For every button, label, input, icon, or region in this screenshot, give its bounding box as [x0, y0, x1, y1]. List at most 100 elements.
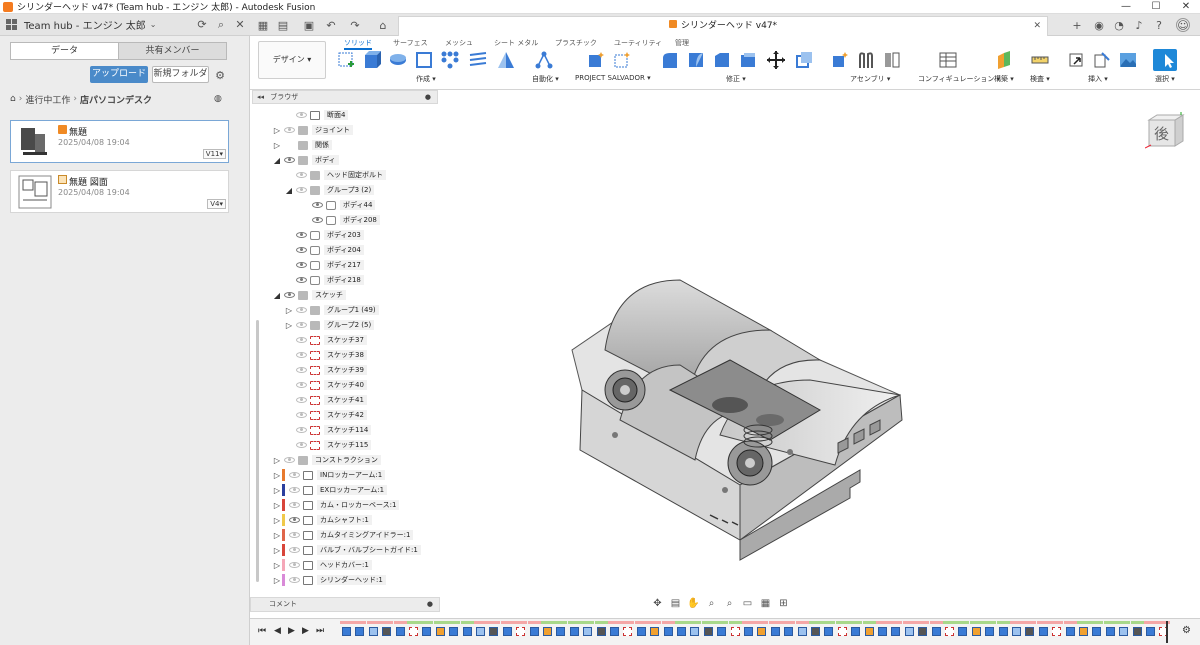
browser-node[interactable]: ヘッド固定ボルト — [284, 168, 386, 182]
visibility-eye-icon[interactable] — [296, 322, 307, 328]
box-icon[interactable] — [414, 50, 434, 70]
browser-node[interactable]: ◢ スケッチ — [272, 288, 346, 302]
timeline-feature-icon[interactable] — [985, 627, 995, 636]
fillet-icon[interactable] — [686, 50, 706, 70]
browser-node[interactable]: ボディ204 — [284, 243, 364, 257]
timeline-feature-icon[interactable] — [462, 627, 472, 636]
document-tab[interactable]: シリンダーヘッド v47* ✕ — [398, 16, 1048, 36]
pattern-icon[interactable] — [440, 50, 460, 70]
browser-header[interactable]: ◂◂ ブラウザ ● — [252, 90, 438, 104]
timeline-feature-icon[interactable] — [489, 627, 499, 636]
timeline-feature-icon[interactable] — [1146, 627, 1155, 636]
visibility-eye-icon[interactable] — [289, 487, 300, 493]
hub-name[interactable]: Team hub - エンジン 太郎 — [24, 17, 146, 32]
expand-arrow-icon[interactable]: ▷ — [284, 306, 294, 315]
timeline-feature-icon[interactable] — [409, 627, 418, 636]
browser-node[interactable]: ▷ 関係 — [272, 138, 332, 152]
timeline-feature-icon[interactable] — [1012, 627, 1021, 636]
timeline-marker[interactable] — [1166, 621, 1168, 643]
visibility-eye-icon[interactable] — [296, 397, 307, 403]
configure-icon[interactable] — [938, 50, 958, 70]
avatar[interactable]: ☺ — [1176, 18, 1190, 32]
visibility-eye-icon[interactable] — [289, 577, 300, 583]
timeline-feature-icon[interactable] — [663, 627, 673, 636]
align-icon[interactable] — [794, 50, 814, 70]
viewports-icon[interactable]: ⊞ — [776, 598, 791, 610]
file-card[interactable]: 無題 2025/04/08 19:04 V11▾ — [10, 120, 229, 163]
timeline-feature-icon[interactable] — [958, 627, 968, 636]
timeline-feature-icon[interactable] — [784, 627, 794, 636]
tab-sheet-metal[interactable]: シート メタル — [494, 38, 538, 48]
browser-node[interactable]: ボディ203 — [284, 228, 364, 242]
visibility-eye-icon[interactable] — [289, 562, 300, 568]
browser-scrollbar[interactable] — [256, 320, 259, 582]
select-icon[interactable] — [1153, 49, 1177, 71]
visibility-eye-icon[interactable] — [284, 457, 295, 463]
measure-icon[interactable] — [1030, 50, 1050, 70]
timeline-feature-icon[interactable] — [476, 627, 485, 636]
browser-node[interactable]: ▷ グループ2 (5) — [284, 318, 375, 332]
expand-arrow-icon[interactable]: ▷ — [272, 471, 282, 480]
timeline-feature-icon[interactable] — [837, 627, 847, 636]
browser-node[interactable]: ▷ カムシャフト:1 — [272, 513, 372, 527]
visibility-eye-icon[interactable] — [296, 442, 307, 448]
extrude-icon[interactable] — [362, 50, 382, 70]
timeline-feature-icon[interactable] — [703, 627, 713, 636]
timeline-feature-icon[interactable] — [690, 627, 700, 636]
browser-node[interactable]: ボディ218 — [284, 273, 364, 287]
visibility-eye-icon[interactable] — [296, 427, 307, 433]
timeline-feature-icon[interactable] — [931, 627, 941, 636]
expand-arrow-icon[interactable]: ▷ — [272, 546, 282, 555]
version-badge[interactable]: V11▾ — [202, 149, 226, 159]
tab-utility[interactable]: ユーティリティ — [614, 38, 662, 48]
timeline-feature-icon[interactable] — [811, 627, 820, 636]
browser-node[interactable]: ▷ コンストラクション — [272, 453, 381, 467]
visibility-eye-icon[interactable] — [296, 172, 307, 178]
expand-arrow-icon[interactable]: ▷ — [272, 486, 282, 495]
visibility-eye-icon[interactable] — [296, 307, 307, 313]
minimize-button[interactable]: — — [1111, 0, 1141, 14]
browser-node[interactable]: ▷ INロッカーアーム:1 — [272, 468, 386, 482]
timeline-feature-icon[interactable] — [382, 627, 392, 636]
expand-arrow-icon[interactable]: ▷ — [272, 501, 282, 510]
timeline-feature-icon[interactable] — [556, 627, 566, 636]
timeline-feature-icon[interactable] — [529, 627, 539, 636]
visibility-eye-icon[interactable] — [284, 157, 295, 163]
group-construct[interactable]: 構築 ▾ — [994, 74, 1014, 84]
visibility-eye-icon[interactable] — [296, 232, 307, 238]
timeline-feature-icon[interactable] — [1025, 627, 1035, 636]
apps-grid-icon[interactable]: ▦ — [256, 18, 270, 32]
group-assembly[interactable]: アセンブリ ▾ — [850, 74, 890, 84]
insert-mesh-icon[interactable] — [1092, 50, 1112, 70]
timeline-prev-icon[interactable]: ◀ — [274, 626, 281, 636]
add-comment-icon[interactable]: ● — [427, 598, 433, 611]
maximize-button[interactable]: ☐ — [1141, 0, 1171, 14]
timeline-feature-icon[interactable] — [516, 627, 526, 636]
browser-node[interactable]: スケッチ38 — [284, 348, 367, 362]
close-button[interactable]: ✕ — [1171, 0, 1200, 14]
browser-node[interactable]: ボディ217 — [284, 258, 364, 272]
timeline-feature-icon[interactable] — [1079, 627, 1088, 636]
browser-node[interactable]: スケッチ42 — [284, 408, 367, 422]
timeline-feature-icon[interactable] — [1038, 627, 1048, 636]
group-automate[interactable]: 自動化 ▾ — [532, 74, 559, 84]
timeline-feature-icon[interactable] — [502, 627, 512, 636]
tab-solid[interactable]: ソリッド — [344, 38, 372, 50]
timeline-feature-icon[interactable] — [1065, 627, 1075, 636]
timeline-feature-icon[interactable] — [730, 627, 740, 636]
orbit-icon[interactable]: ✥ — [650, 598, 665, 610]
visibility-eye-icon[interactable] — [284, 292, 295, 298]
new-folder-button[interactable]: 新規フォルダ — [152, 66, 209, 83]
tab-shared-members[interactable]: 共有メンバー — [118, 43, 226, 59]
view-cube[interactable]: 後 — [1144, 112, 1187, 150]
timeline-feature-icon[interactable] — [543, 627, 552, 636]
collapse-panel-icon[interactable]: ◂◂ — [257, 93, 264, 101]
browser-node[interactable]: ▷ ジョイント — [272, 123, 353, 137]
expand-arrow-icon[interactable]: ▷ — [284, 321, 294, 330]
expand-arrow-icon[interactable]: ▷ — [272, 141, 282, 150]
display-settings-icon[interactable]: ▭ — [740, 598, 755, 610]
tab-mesh[interactable]: メッシュ — [445, 38, 473, 48]
timeline-feature-icon[interactable] — [864, 627, 874, 636]
breadcrumb-item-project[interactable]: 進行中工作 — [25, 93, 70, 106]
timeline-feature-icon[interactable] — [610, 627, 619, 636]
